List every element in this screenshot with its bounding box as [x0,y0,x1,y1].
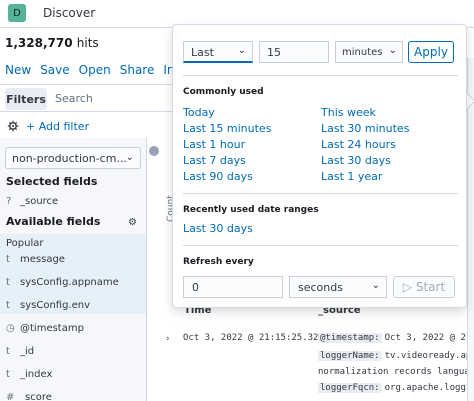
commonly-used-last-7-days[interactable]: Last 7 days [183,154,246,167]
divider [183,245,458,246]
filters-button[interactable]: Filters [5,88,47,110]
refresh-interval-input[interactable]: 0 [183,276,283,298]
field-name: sysConfig.env [20,300,91,311]
commonly-used-today[interactable]: Today [183,106,215,119]
source-line: @timestamp:Oct 3, 2022 @ 21:15:2 [318,333,468,343]
chevron-down-icon: ⌄ [371,280,380,291]
save-button[interactable]: Save [40,63,69,77]
start-refresh-button[interactable]: ▷ Start [393,276,455,298]
index-pattern-value: non-production-cm... [12,152,127,165]
source-value: Oct 3, 2022 @ 21:15:2 [384,333,468,343]
hit-count-number: 1,328,770 [5,36,73,50]
commonly-used-last-90-days[interactable]: Last 90 days [183,170,253,183]
add-filter-button[interactable]: + Add filter [26,120,89,133]
field-type-string-icon: t [6,369,10,380]
settings-gear-icon[interactable]: ⚙ [128,217,137,228]
selected-fields-title: Selected fields [6,175,98,188]
right-edge-panel [467,58,474,401]
chevron-down-icon: ⌄ [125,152,134,163]
field-type-string-icon: t [6,346,10,357]
refresh-unit-select[interactable]: seconds ⌄ [289,276,387,298]
selected-field-item[interactable]: ? _source [6,193,146,211]
field-type-unknown-icon: ? [6,196,12,207]
field-type-date-icon: ◷ [6,323,15,334]
start-label: Start [415,280,446,294]
open-button[interactable]: Open [79,63,111,77]
field-item[interactable]: t message [6,251,146,269]
commonly-used-last-24-hours[interactable]: Last 24 hours [321,138,396,151]
commonly-used-this-week[interactable]: This week [321,106,376,119]
chevron-down-icon: ⌄ [388,45,397,56]
collapse-sidebar-button[interactable] [149,146,159,156]
field-type-number-icon: # [6,392,15,401]
quick-select-direction[interactable]: Last ⌄ [183,41,253,63]
search-input[interactable]: Search [55,92,93,105]
direction-value: Last [191,46,214,59]
source-key: @timestamp: [318,333,382,343]
field-name: _source [20,196,59,207]
field-name: @timestamp [20,323,84,334]
expand-row-chevron-icon[interactable]: › [166,334,170,344]
recent-range-item[interactable]: Last 30 days [183,222,253,235]
source-line: loggerName:tv.videoready.app.se [318,351,468,361]
row-timestamp: Oct 3, 2022 @ 21:15:25.329 [183,333,324,343]
share-button[interactable]: Share [120,63,155,77]
divider [183,75,458,76]
field-name: _score [20,392,52,401]
field-sidebar: non-production-cm... ⌄ Selected fields ?… [0,138,147,401]
space-avatar[interactable]: D [8,4,26,22]
app-title: Discover [43,6,96,20]
field-type-string-icon: t [6,254,10,265]
new-button[interactable]: New [5,63,31,77]
avatar-letter: D [13,7,21,19]
hit-count-unit: hits [76,36,99,50]
field-item[interactable]: # _score [6,389,146,401]
source-line: normalization records languageNo [318,367,468,377]
hit-count: 1,328,770 hits [5,36,99,50]
quick-select-value-input[interactable]: 15 [259,41,329,63]
popular-label: Popular [6,238,44,249]
apply-button[interactable]: Apply [408,41,454,63]
field-item[interactable]: ◷ @timestamp [6,320,146,338]
field-name: message [20,254,65,265]
source-value: normalization records languageNo [318,367,468,377]
field-type-string-icon: t [6,277,10,288]
field-item[interactable]: t sysConfig.env [6,297,146,315]
divider [183,193,458,194]
source-line: loggerFqcn:org.apache.logging.l [318,383,468,393]
commonly-used-last-15-minutes[interactable]: Last 15 minutes [183,122,271,135]
field-item[interactable]: t _id [6,343,146,361]
source-value: tv.videoready.app.se [384,351,468,361]
commonly-used-last-1-hour[interactable]: Last 1 hour [183,138,245,151]
refresh-every-title: Refresh every [183,257,254,267]
field-name: _id [20,346,35,357]
play-icon: ▷ [402,280,413,294]
commonly-used-last-1-year[interactable]: Last 1 year [321,170,382,183]
source-key: loggerFqcn: [318,383,382,393]
commonly-used-last-30-days[interactable]: Last 30 days [321,154,391,167]
quick-select-popover: Last ⌄ 15 minutes ⌄ Apply Commonly used … [172,24,467,308]
commonly-used-last-30-minutes[interactable]: Last 30 minutes [321,122,409,135]
field-type-string-icon: t [6,300,10,311]
quick-select-unit[interactable]: minutes ⌄ [335,41,403,63]
commonly-used-title: Commonly used [183,87,264,97]
field-item[interactable]: t sysConfig.appname [6,274,146,292]
index-pattern-select[interactable]: non-production-cm... ⌄ [5,147,141,169]
unit-value: minutes [342,47,383,58]
recently-used-title: Recently used date ranges [183,205,319,215]
field-name: sysConfig.appname [20,277,119,288]
chevron-down-icon: ⌄ [237,45,246,56]
available-fields-title: Available fields [6,215,101,228]
refresh-unit-value: seconds [298,281,343,294]
field-item[interactable]: t _index [6,366,146,384]
source-key: loggerName: [318,351,382,361]
gear-icon[interactable] [7,120,19,132]
source-value: org.apache.logging.l [384,383,468,393]
field-name: _index [20,369,53,380]
